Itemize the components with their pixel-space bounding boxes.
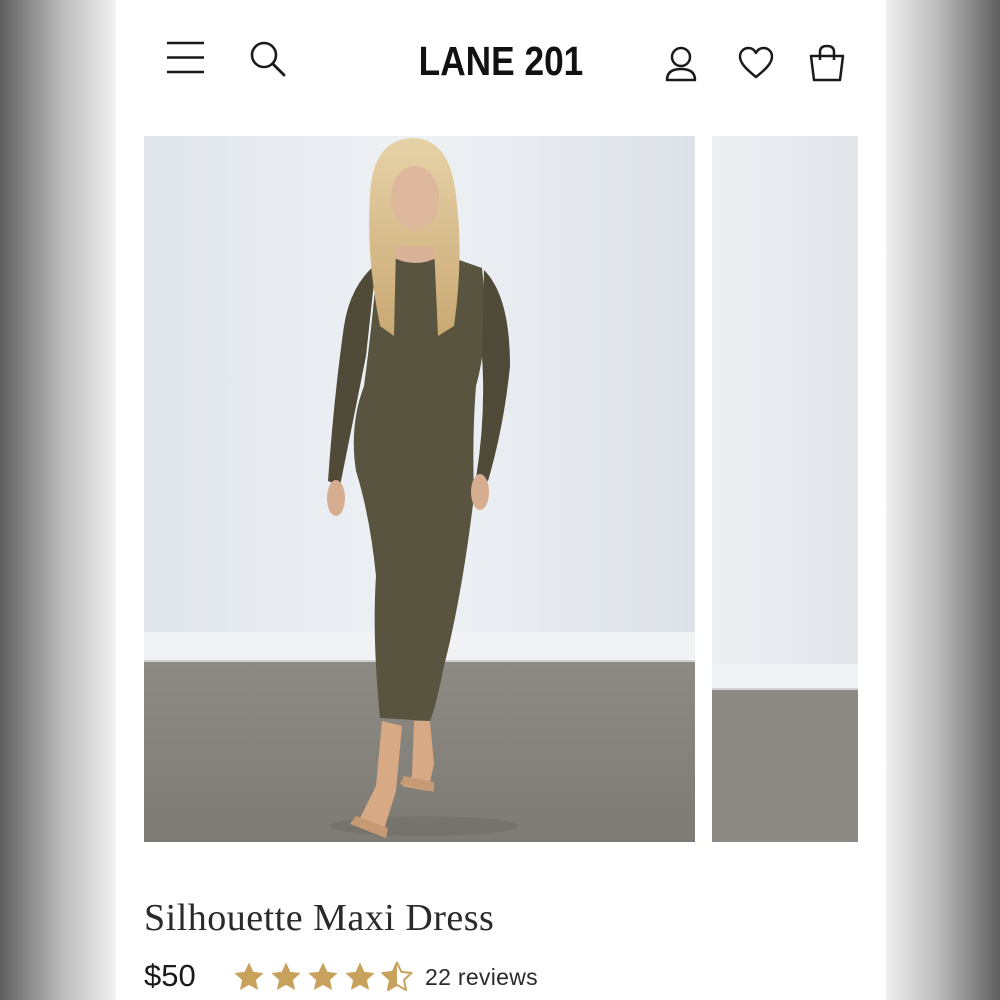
bag-icon [809, 44, 845, 82]
product-price: $50 [144, 958, 196, 993]
wishlist-button[interactable] [738, 46, 774, 80]
rating-stars[interactable] [232, 960, 414, 994]
product-image-main[interactable] [144, 136, 695, 842]
star-full-icon [345, 962, 375, 991]
star-full-icon [308, 962, 338, 991]
product-photo-secondary [712, 136, 858, 842]
brand-logo[interactable]: LANE 201 [170, 38, 832, 85]
heart-icon [738, 46, 774, 79]
account-button[interactable] [664, 45, 698, 83]
product-image-next[interactable] [712, 136, 858, 842]
reviews-link[interactable]: 22 reviews [425, 964, 538, 991]
product-photo [144, 136, 695, 842]
star-full-icon [234, 962, 264, 991]
product-page: LANE 201 Silhouette Maxi Dress $50 22 re… [116, 0, 886, 1000]
star-full-icon [271, 962, 301, 991]
product-title: Silhouette Maxi Dress [144, 897, 495, 939]
cart-button[interactable] [808, 43, 846, 83]
star-half-icon [381, 961, 413, 992]
account-icon [665, 46, 697, 82]
